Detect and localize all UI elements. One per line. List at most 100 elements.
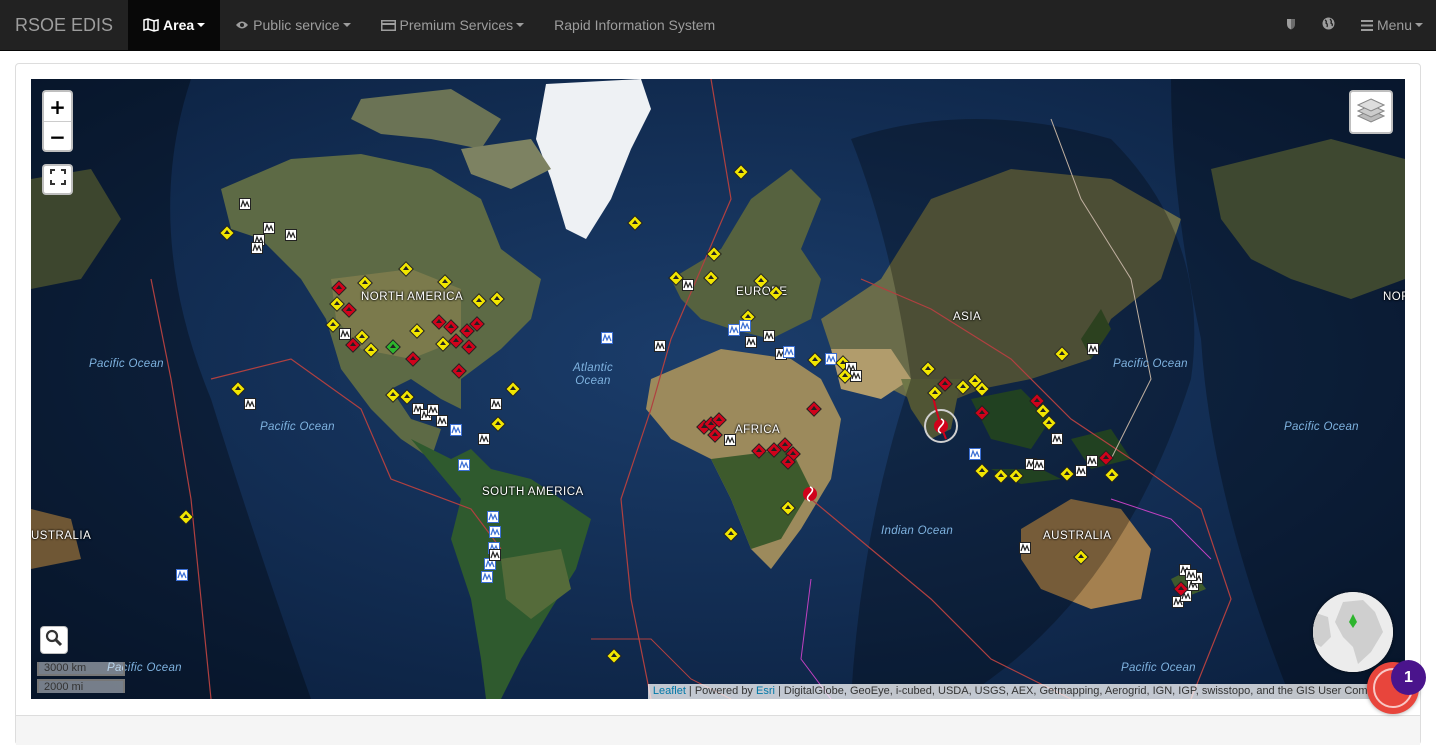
event-marker-info[interactable] [385, 339, 401, 360]
event-marker-warning[interactable] [706, 246, 722, 267]
event-marker-alert[interactable] [707, 427, 723, 448]
event-marker-warning[interactable] [1073, 549, 1089, 570]
sensor-marker-seismic[interactable] [654, 339, 666, 357]
sensor-marker-water[interactable] [176, 568, 188, 586]
event-marker-warning[interactable] [974, 463, 990, 484]
event-marker-warning[interactable] [1054, 346, 1070, 367]
hamburger-icon [1360, 19, 1373, 31]
event-marker-warning[interactable] [490, 416, 506, 437]
event-marker-warning[interactable] [1008, 468, 1024, 489]
event-marker-alert[interactable] [405, 351, 421, 372]
continent-label-south-america: SOUTH AMERICA [482, 486, 584, 498]
event-marker-warning[interactable] [1059, 466, 1075, 487]
event-marker-warning[interactable] [409, 323, 425, 344]
sensor-marker-water[interactable] [481, 570, 493, 588]
event-marker-warning[interactable] [733, 164, 749, 185]
sensor-marker-seismic[interactable] [1185, 568, 1197, 586]
event-marker-warning[interactable] [723, 526, 739, 547]
sensor-marker-seismic[interactable] [478, 432, 490, 450]
esri-link[interactable]: Esri [756, 685, 775, 697]
sensor-marker-water[interactable] [458, 458, 470, 476]
sensor-marker-seismic[interactable] [745, 335, 757, 353]
event-marker-warning[interactable] [357, 275, 373, 296]
event-marker-alert[interactable] [451, 363, 467, 384]
event-marker-alert[interactable] [469, 316, 485, 337]
event-marker-alert[interactable] [461, 339, 477, 360]
shield-button[interactable] [1273, 0, 1309, 50]
sensor-marker-seismic[interactable] [239, 197, 251, 215]
map-search-button[interactable] [40, 626, 68, 654]
event-marker-warning[interactable] [974, 381, 990, 402]
sensor-marker-seismic[interactable] [763, 329, 775, 347]
nav-public-service-dropdown[interactable]: Public service [220, 0, 365, 50]
sensor-marker-water[interactable] [450, 423, 462, 441]
event-marker-warning[interactable] [627, 215, 643, 236]
zoom-in-button[interactable]: + [44, 92, 71, 121]
event-marker-warning[interactable] [435, 336, 451, 357]
nav-rapid-information-system[interactable]: Rapid Information System [539, 0, 730, 50]
world-map[interactable]: NORTH AMERICA EUROPE ASIA AFRICA SOUTH A… [31, 79, 1405, 699]
sensor-marker-seismic[interactable] [1087, 342, 1099, 360]
sensor-marker-seismic[interactable] [1086, 454, 1098, 472]
sensor-marker-seismic[interactable] [490, 397, 502, 415]
nav-area-dropdown[interactable]: Area [128, 0, 221, 50]
event-marker-warning[interactable] [837, 368, 853, 389]
event-marker-warning[interactable] [807, 352, 823, 373]
event-marker-warning[interactable] [993, 468, 1009, 489]
ocean-label: Pacific Ocean [1121, 662, 1196, 674]
event-marker-warning[interactable] [920, 361, 936, 382]
event-marker-warning[interactable] [768, 285, 784, 306]
menu-dropdown[interactable]: Menu [1348, 0, 1436, 50]
event-marker-warning[interactable] [780, 500, 796, 521]
event-marker-warning[interactable] [178, 509, 194, 530]
event-marker-alert[interactable] [806, 401, 822, 422]
sensor-marker-seismic[interactable] [724, 433, 736, 451]
leaflet-link[interactable]: Leaflet [653, 685, 686, 697]
event-marker-warning[interactable] [1104, 467, 1120, 488]
event-marker-warning[interactable] [219, 225, 235, 246]
sensor-marker-water[interactable] [601, 331, 613, 349]
continent-label-asia: ASIA [953, 311, 982, 323]
event-marker-warning[interactable] [505, 381, 521, 402]
event-marker-warning[interactable] [398, 261, 414, 282]
sensor-marker-seismic[interactable] [489, 548, 501, 566]
shield-icon [1286, 17, 1296, 33]
sensor-marker-seismic[interactable] [263, 221, 275, 239]
brand-logo[interactable]: RSOE EDIS [0, 0, 128, 50]
fullscreen-button[interactable] [42, 164, 73, 195]
chevron-down-icon [197, 23, 206, 27]
event-marker-alert[interactable] [341, 302, 357, 323]
layers-icon [1356, 96, 1386, 129]
sensor-marker-seismic[interactable] [251, 241, 263, 259]
zoom-out-button[interactable]: − [44, 121, 71, 151]
eye-icon [235, 20, 249, 30]
event-marker-warning[interactable] [753, 273, 769, 294]
event-marker-warning[interactable] [471, 293, 487, 314]
event-marker-alert[interactable] [780, 454, 796, 475]
minimap-globe[interactable] [1313, 592, 1393, 672]
credit-card-icon [380, 19, 396, 31]
globe-button[interactable] [1309, 0, 1348, 50]
event-marker-warning[interactable] [489, 291, 505, 312]
sensor-marker-seismic[interactable] [427, 403, 439, 421]
sensor-marker-seismic[interactable] [682, 278, 694, 296]
nav-premium-services-dropdown[interactable]: Premium Services [366, 0, 540, 50]
event-marker-alert[interactable] [751, 443, 767, 464]
sensor-marker-seismic[interactable] [244, 397, 256, 415]
top-navbar: RSOE EDIS Area Public service Premium Se… [0, 0, 1436, 51]
cyclone-marker[interactable] [801, 485, 819, 508]
event-marker-alert[interactable] [937, 376, 953, 397]
sensor-marker-water[interactable] [783, 345, 795, 363]
sensor-marker-seismic[interactable] [1051, 432, 1063, 450]
event-marker-warning[interactable] [606, 648, 622, 669]
sensor-marker-seismic[interactable] [1033, 458, 1045, 476]
event-marker-warning[interactable] [437, 274, 453, 295]
event-marker-warning[interactable] [703, 270, 719, 291]
sensor-marker-seismic[interactable] [1019, 541, 1031, 559]
layers-button[interactable] [1349, 90, 1393, 134]
event-marker-alert[interactable] [974, 405, 990, 426]
cyclone-marker[interactable] [932, 417, 950, 440]
ocean-label: Indian Ocean [881, 525, 954, 537]
sensor-marker-seismic[interactable] [285, 228, 297, 246]
event-marker-warning[interactable] [363, 342, 379, 363]
